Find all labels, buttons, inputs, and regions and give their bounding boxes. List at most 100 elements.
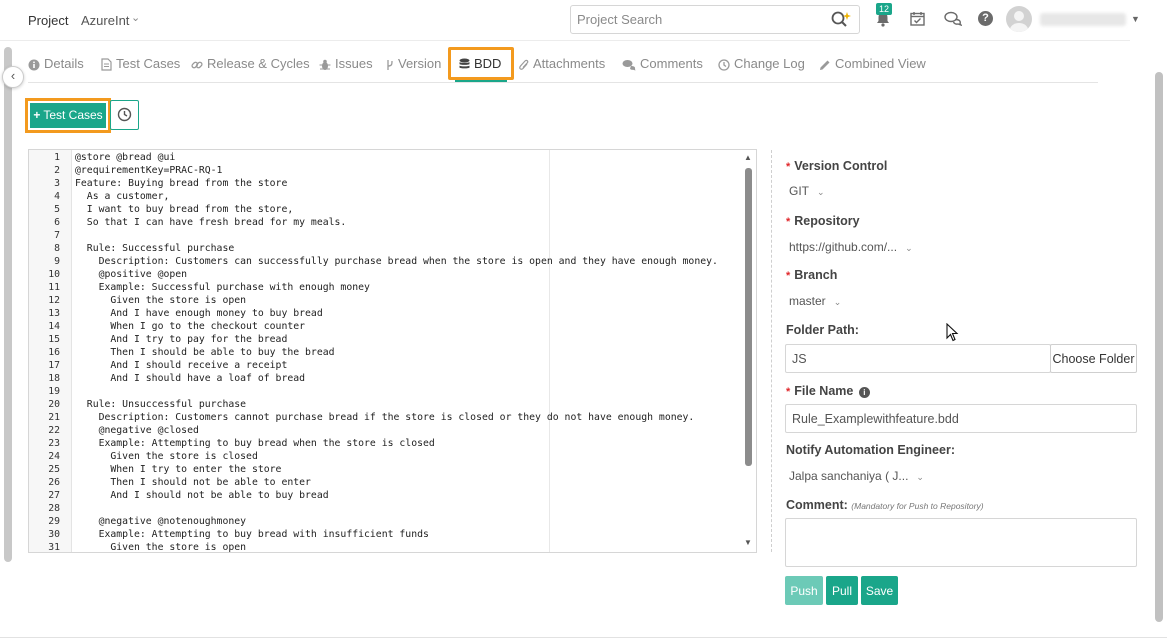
code-line[interactable]: @positive @open	[75, 268, 188, 281]
line-number: 2	[54, 165, 60, 176]
editor-scroll-thumb[interactable]	[745, 168, 752, 466]
code-line[interactable]: So that I can have fresh bread for my me…	[75, 216, 347, 229]
line-number: 15	[48, 334, 60, 345]
chevron-down-icon: ⌄	[817, 187, 825, 197]
choose-folder-button[interactable]: Choose Folder	[1050, 344, 1137, 373]
info-icon[interactable]: i	[858, 387, 870, 398]
user-name[interactable]	[1040, 13, 1126, 26]
chevron-down-icon[interactable]: ⌄	[131, 11, 140, 24]
code-line[interactable]: @store @bread @ui	[75, 151, 175, 164]
code-line[interactable]: As a customer,	[75, 190, 170, 203]
code-line[interactable]: And I should receive a receipt	[75, 359, 287, 372]
code-line[interactable]: @negative @closed	[75, 424, 199, 437]
folder-path-field[interactable]: JS	[785, 344, 1051, 373]
code-line[interactable]: Feature: Buying bread from the store	[75, 177, 287, 190]
chevron-down-icon: ⌄	[905, 243, 913, 253]
code-line[interactable]: Given the store is open	[75, 294, 246, 307]
code-line[interactable]: Example: Attempting to buy bread when th…	[75, 437, 435, 450]
left-scrollbar[interactable]	[4, 47, 12, 562]
tab-test-cases[interactable]: Test Cases	[101, 50, 180, 80]
code-line[interactable]: Then I should be able to buy the bread	[75, 346, 334, 359]
help-icon[interactable]: ?	[978, 11, 993, 26]
line-number: 11	[48, 282, 60, 293]
calendar-check-icon[interactable]	[910, 11, 925, 29]
history-button[interactable]	[110, 100, 139, 130]
code-line[interactable]: And I try to pay for the bread	[75, 333, 287, 346]
file-name-field[interactable]: Rule_Examplewithfeature.bdd	[785, 404, 1137, 433]
code-line[interactable]: And I should not be able to buy bread	[75, 489, 328, 502]
code-line[interactable]: @negative @notenoughmoney	[75, 515, 246, 528]
code-line[interactable]: When I go to the checkout counter	[75, 320, 305, 333]
line-number: 7	[54, 230, 60, 241]
add-test-cases-button[interactable]: + Test Cases	[30, 103, 106, 128]
code-line[interactable]: Then I should not be able to enter	[75, 476, 311, 489]
line-number: 19	[48, 386, 60, 397]
avatar[interactable]	[1006, 6, 1032, 32]
line-number: 25	[48, 464, 60, 475]
code-line[interactable]: Rule: Successful purchase	[75, 242, 234, 255]
line-number: 27	[48, 490, 60, 501]
code-line[interactable]: Rule: Unsuccessful purchase	[75, 398, 246, 411]
save-button[interactable]: Save	[861, 576, 898, 605]
collapse-sidebar-button[interactable]: ‹	[2, 66, 24, 88]
search-icon[interactable]	[830, 10, 852, 30]
required-icon: *	[786, 270, 791, 282]
branch-select[interactable]: master ⌄	[789, 294, 841, 308]
line-number: 21	[48, 412, 60, 423]
line-number: 5	[54, 204, 60, 215]
scroll-up-icon[interactable]: ▲	[744, 153, 752, 162]
push-button[interactable]: Push	[785, 576, 823, 605]
caret-down-icon[interactable]: ▼	[1131, 14, 1140, 24]
comments-icon[interactable]	[944, 11, 963, 29]
line-number: 18	[48, 373, 60, 384]
comments-icon	[622, 59, 636, 71]
bdd-code-editor[interactable]: 1 @store @bread @ui 2 @requirementKey=PRAC-…	[28, 149, 757, 553]
file-name-label: * File Name i	[786, 384, 870, 398]
folder-path-label: Folder Path:	[786, 323, 859, 337]
code-line[interactable]: Description: Customers can successfully …	[75, 255, 718, 268]
code-line[interactable]: Given the store is open	[75, 541, 246, 552]
repository-select[interactable]: https://github.com/... ⌄	[789, 240, 913, 254]
info-circle-icon	[28, 59, 40, 71]
code-line[interactable]: @requirementKey=PRAC-RQ-1	[75, 164, 222, 177]
page-scrollbar[interactable]	[1155, 72, 1163, 622]
code-line[interactable]: Example: Attempting to buy bread with in…	[75, 528, 429, 541]
tab-label: Test Cases	[116, 56, 181, 71]
code-line[interactable]: And I have enough money to buy bread	[75, 307, 322, 320]
repository-label: * Repository	[786, 214, 860, 228]
chevron-down-icon: ⌄	[916, 472, 924, 482]
tab-change-log[interactable]: Change Log	[718, 50, 805, 80]
search-input[interactable]	[577, 12, 817, 27]
tab-release-cycles[interactable]: Release & Cycles	[191, 50, 310, 80]
code-line[interactable]: I want to buy bread from the store,	[75, 203, 293, 216]
code-line[interactable]: When I try to enter the store	[75, 463, 281, 476]
branch-label: * Branch	[786, 268, 838, 282]
required-icon: *	[786, 386, 791, 398]
pencil-icon	[820, 60, 830, 70]
comment-textarea[interactable]	[785, 518, 1137, 567]
notify-engineer-select[interactable]: Jalpa sanchaniya ( J... ⌄	[789, 469, 924, 483]
code-line[interactable]: Description: Customers cannot purchase b…	[75, 411, 695, 424]
tab-version[interactable]: Version	[386, 50, 441, 80]
tab-attachments[interactable]: Attachments	[519, 50, 605, 80]
tab-details[interactable]: Details	[28, 50, 84, 80]
code-line[interactable]: Given the store is closed	[75, 450, 257, 463]
version-control-select[interactable]: GIT ⌄	[789, 184, 825, 198]
tab-issues[interactable]: Issues	[319, 50, 373, 80]
version-control-label: * Version Control	[786, 159, 888, 173]
scroll-down-icon[interactable]: ▼	[744, 538, 752, 547]
mouse-cursor-icon	[946, 322, 959, 346]
project-selector[interactable]: AzureInt	[81, 13, 129, 28]
line-number: 20	[48, 399, 60, 410]
pull-button[interactable]: Pull	[826, 576, 858, 605]
panel-separator	[771, 150, 772, 552]
line-number: 24	[48, 451, 60, 462]
tab-combined-view[interactable]: Combined View	[819, 50, 926, 80]
file-icon	[101, 58, 112, 71]
line-number: 4	[54, 191, 60, 202]
tab-comments[interactable]: Comments	[622, 50, 703, 80]
code-line[interactable]: And I should have a loaf of bread	[75, 372, 305, 385]
line-number: 10	[48, 269, 60, 280]
code-line[interactable]: Example: Successful purchase with enough…	[75, 281, 370, 294]
link-icon	[191, 61, 203, 68]
